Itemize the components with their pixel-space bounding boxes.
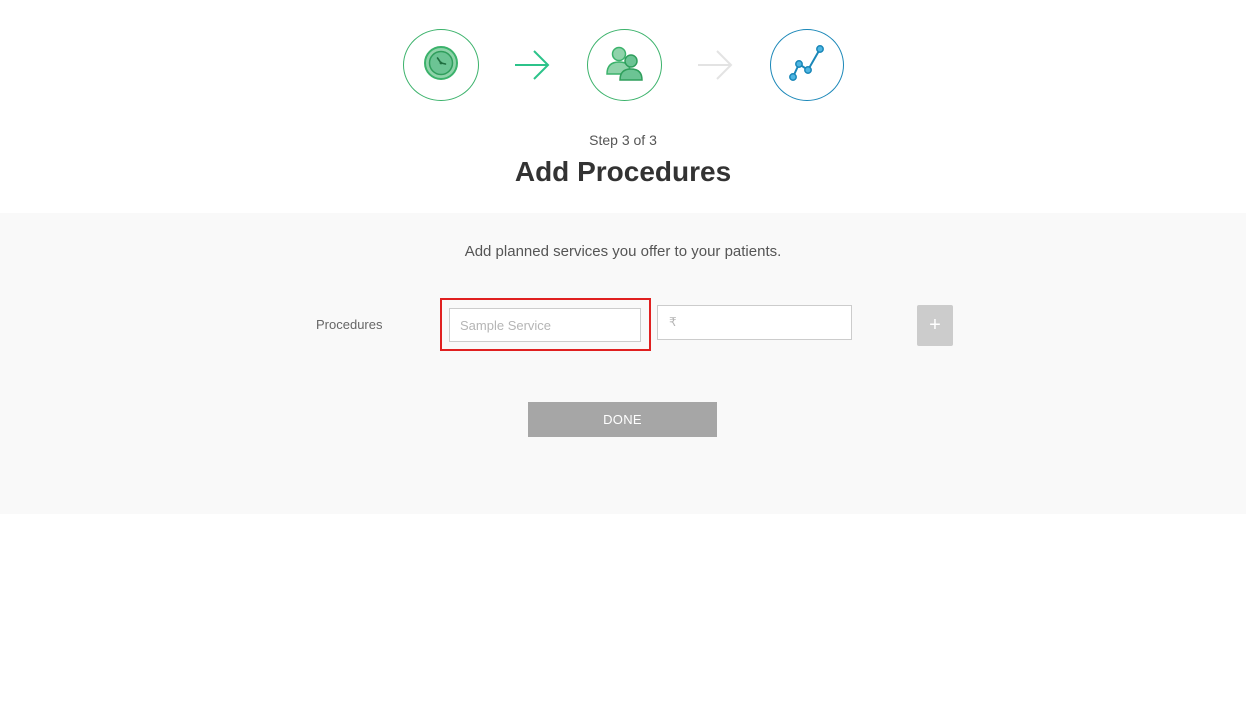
done-button[interactable]: DONE [528, 402, 717, 437]
rupee-icon: ₹ [669, 315, 677, 329]
procedures-panel: Add planned services you offer to your p… [0, 213, 1246, 514]
step-3-circle [770, 29, 844, 101]
step-indicator: Step 3 of 3 [589, 132, 657, 148]
line-graph-icon [788, 44, 826, 87]
users-icon [605, 44, 645, 87]
procedures-description: Add planned services you offer to your p… [464, 243, 782, 260]
page-title: Add Procedures [514, 156, 732, 187]
arrow-right-icon [512, 45, 552, 85]
service-name-input[interactable] [449, 308, 641, 342]
clock-icon [423, 45, 459, 86]
price-field[interactable]: ₹ [657, 305, 852, 340]
price-input[interactable] [680, 306, 850, 339]
step-1-circle [403, 29, 479, 101]
wizard-header: Step 3 of 3 Add Procedures [0, 0, 1246, 213]
arrow-right-icon [695, 45, 735, 85]
procedures-label: Procedures [316, 317, 383, 332]
add-procedure-button[interactable]: + [917, 305, 953, 346]
step-2-circle [587, 29, 662, 101]
